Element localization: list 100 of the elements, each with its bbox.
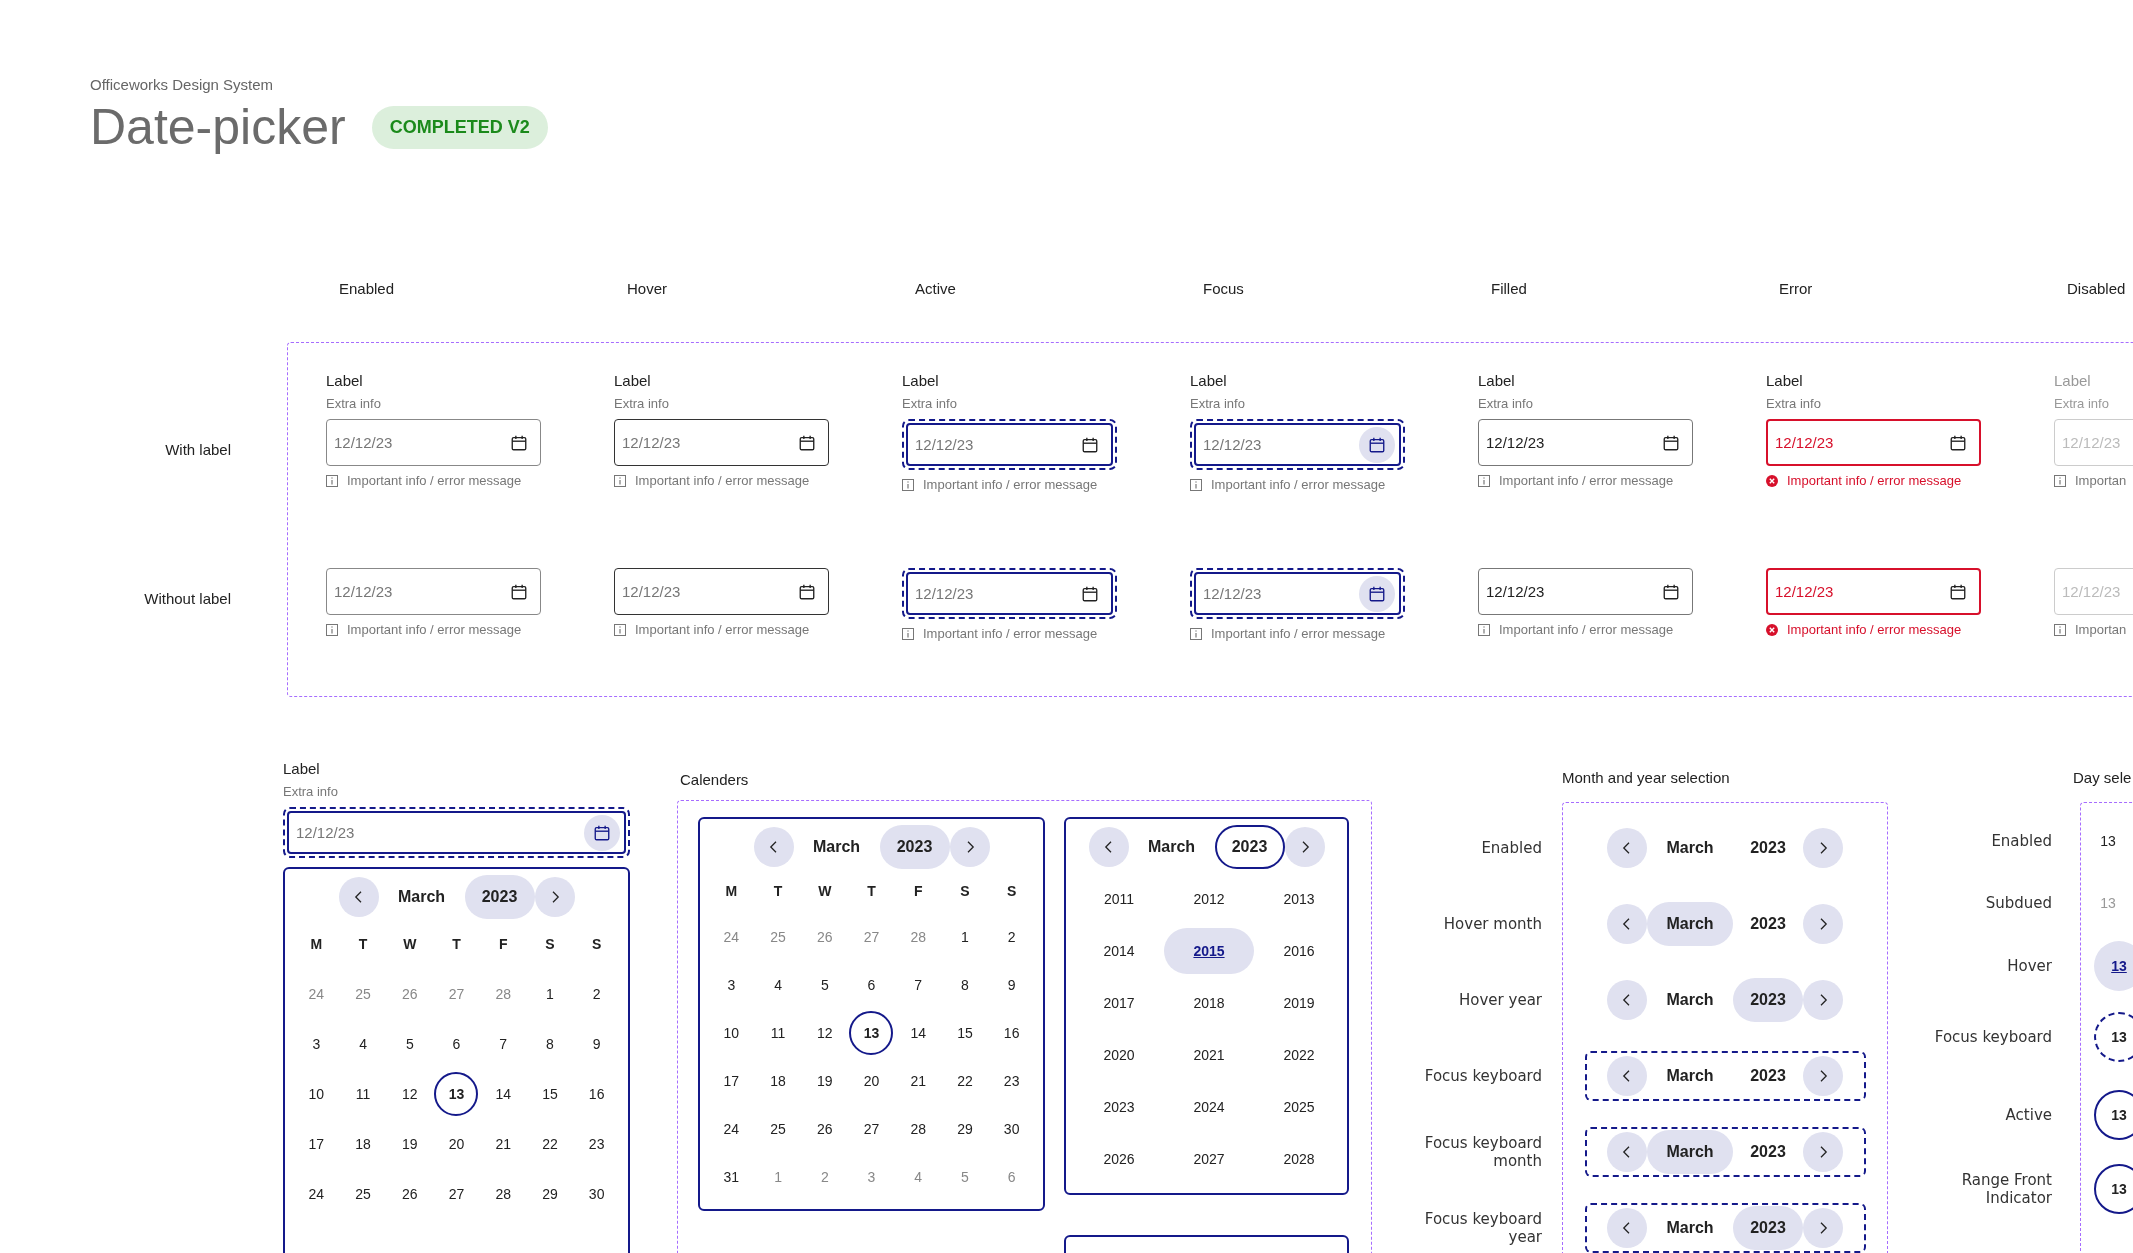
day-button[interactable]: 13 (2094, 827, 2122, 855)
date-input-field[interactable]: 12/12/23 (287, 811, 626, 854)
year-button[interactable]: 2023 (1733, 978, 1803, 1022)
next-month-button[interactable] (534, 877, 575, 917)
year-button[interactable]: 2023 (1733, 902, 1803, 946)
day-button[interactable]: 10 (294, 1072, 339, 1116)
next-month-button[interactable] (1803, 904, 1843, 944)
day-button[interactable]: 28 (896, 1107, 941, 1151)
day-button[interactable]: 20 (849, 1059, 894, 1103)
day-button[interactable]: 22 (942, 1059, 987, 1103)
year-option[interactable]: 2024 (1164, 1084, 1254, 1130)
day-button[interactable]: 30 (989, 1107, 1034, 1151)
next-month-button[interactable] (1284, 827, 1325, 867)
year-option[interactable]: 2017 (1074, 980, 1164, 1026)
day-button[interactable]: 17 (709, 1059, 754, 1103)
year-option[interactable]: 2020 (1074, 1032, 1164, 1078)
day-button[interactable]: 1 (942, 915, 987, 959)
day-button[interactable]: 4 (896, 1155, 941, 1199)
previous-month-button[interactable] (1607, 828, 1647, 868)
year-option[interactable]: 2021 (1164, 1032, 1254, 1078)
day-button[interactable]: 19 (387, 1122, 432, 1166)
day-button[interactable]: 13 (434, 1072, 479, 1116)
year-button[interactable]: 2023 (1214, 825, 1285, 869)
year-option[interactable]: 2013 (1254, 876, 1344, 922)
day-button[interactable]: 30 (574, 1172, 619, 1216)
year-button[interactable]: 2023 (1733, 1054, 1803, 1098)
day-button[interactable]: 13 (2094, 1164, 2133, 1214)
day-button[interactable]: 18 (756, 1059, 801, 1103)
day-button[interactable]: 29 (942, 1107, 987, 1151)
day-button[interactable]: 18 (341, 1122, 386, 1166)
month-button[interactable]: March (1128, 825, 1215, 869)
day-button[interactable]: 3 (709, 963, 754, 1007)
previous-month-button[interactable] (1607, 980, 1647, 1020)
day-button[interactable]: 25 (341, 1172, 386, 1216)
day-button[interactable]: 13 (2094, 1012, 2133, 1062)
day-button[interactable]: 16 (989, 1011, 1034, 1055)
month-button[interactable]: March (1647, 1130, 1733, 1174)
date-input-field[interactable]: 12/12/23 (1766, 568, 1981, 615)
day-button[interactable]: 21 (481, 1122, 526, 1166)
previous-month-button[interactable] (753, 827, 794, 867)
month-button[interactable]: March (1647, 902, 1733, 946)
day-button[interactable]: 24 (709, 915, 754, 959)
day-button[interactable]: 14 (896, 1011, 941, 1055)
year-option[interactable]: 2022 (1254, 1032, 1344, 1078)
day-button[interactable]: 2 (802, 1155, 847, 1199)
year-button[interactable]: 2023 (1733, 1130, 1803, 1174)
month-button[interactable]: March (1647, 1054, 1733, 1098)
next-month-button[interactable] (949, 827, 990, 867)
year-option[interactable]: 2019 (1254, 980, 1344, 1026)
day-button[interactable]: 28 (481, 972, 526, 1016)
day-button[interactable]: 5 (802, 963, 847, 1007)
year-option[interactable]: 2025 (1254, 1084, 1344, 1130)
day-button[interactable]: 13 (849, 1011, 894, 1055)
day-button[interactable]: 23 (989, 1059, 1034, 1103)
previous-month-button[interactable] (1607, 1208, 1647, 1248)
day-button[interactable]: 26 (802, 915, 847, 959)
day-button[interactable]: 8 (942, 963, 987, 1007)
day-button[interactable]: 7 (896, 963, 941, 1007)
day-button[interactable]: 3 (849, 1155, 894, 1199)
year-option[interactable]: 2026 (1074, 1136, 1164, 1182)
day-button[interactable]: 1 (527, 972, 572, 1016)
year-button[interactable]: 2023 (1733, 826, 1803, 870)
year-option[interactable]: 2016 (1254, 928, 1344, 974)
previous-month-button[interactable] (1607, 904, 1647, 944)
day-button[interactable]: 25 (341, 972, 386, 1016)
day-button[interactable]: 6 (849, 963, 894, 1007)
date-input-field[interactable]: 12/12/23 (1194, 572, 1401, 615)
day-button[interactable]: 5 (387, 1022, 432, 1066)
day-button[interactable]: 16 (574, 1072, 619, 1116)
day-button[interactable]: 4 (756, 963, 801, 1007)
day-button[interactable]: 4 (341, 1022, 386, 1066)
day-button[interactable]: 11 (341, 1072, 386, 1116)
day-button[interactable]: 15 (942, 1011, 987, 1055)
month-button[interactable]: March (1647, 978, 1733, 1022)
year-option[interactable]: 2014 (1074, 928, 1164, 974)
day-button[interactable]: 24 (294, 972, 339, 1016)
day-button[interactable]: 25 (756, 1107, 801, 1151)
month-button[interactable]: March (1647, 826, 1733, 870)
day-button[interactable]: 7 (481, 1022, 526, 1066)
day-button[interactable]: 21 (896, 1059, 941, 1103)
day-button[interactable]: 3 (294, 1022, 339, 1066)
calendar-button[interactable] (1359, 426, 1395, 463)
day-button[interactable]: 22 (527, 1122, 572, 1166)
day-button[interactable]: 27 (849, 1107, 894, 1151)
next-month-button[interactable] (1803, 1056, 1843, 1096)
day-button[interactable]: 27 (434, 1172, 479, 1216)
month-button[interactable]: March (793, 825, 880, 869)
day-button[interactable]: 29 (527, 1172, 572, 1216)
year-option[interactable]: 2012 (1164, 876, 1254, 922)
calendar-button[interactable] (584, 814, 620, 851)
year-button[interactable]: 2023 (464, 875, 535, 919)
year-button[interactable]: 2023 (1733, 1206, 1803, 1250)
day-button[interactable]: 14 (481, 1072, 526, 1116)
day-button[interactable]: 1 (756, 1155, 801, 1199)
day-button[interactable]: 19 (802, 1059, 847, 1103)
day-button[interactable]: 12 (387, 1072, 432, 1116)
day-button[interactable]: 27 (434, 972, 479, 1016)
next-month-button[interactable] (1803, 1132, 1843, 1172)
day-button[interactable]: 15 (527, 1072, 572, 1116)
day-button[interactable]: 8 (527, 1022, 572, 1066)
